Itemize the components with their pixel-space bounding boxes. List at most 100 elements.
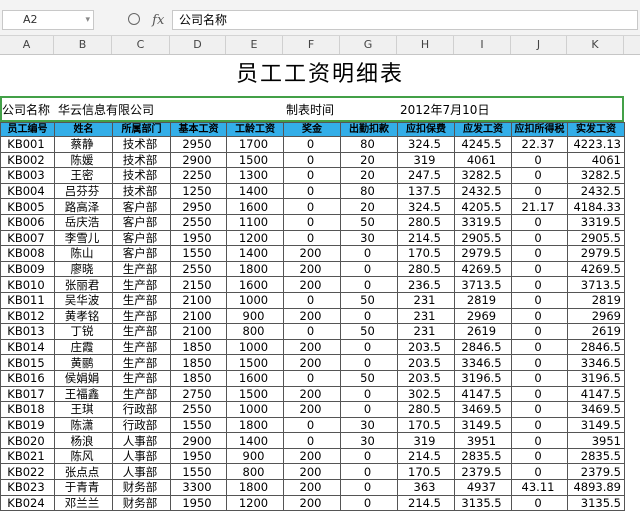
table-cell[interactable]: KB003 — [0, 167, 55, 184]
table-cell[interactable]: 行政部 — [112, 401, 171, 418]
table-cell[interactable]: 王密 — [54, 167, 113, 184]
table-cell[interactable]: 技术部 — [112, 182, 171, 200]
table-cell[interactable]: 200 — [283, 260, 341, 278]
table-cell[interactable]: 0 — [283, 323, 341, 340]
table-cell[interactable]: 200 — [283, 276, 341, 293]
table-cell[interactable]: 203.5 — [397, 354, 455, 371]
fx-icon[interactable]: fx — [152, 13, 164, 28]
table-cell[interactable]: 2550 — [170, 213, 227, 231]
table-cell[interactable]: KB013 — [0, 323, 55, 340]
company-name[interactable]: 华云信息有限公司 — [58, 98, 154, 120]
table-cell[interactable]: 2900 — [170, 432, 227, 449]
table-cell[interactable]: 2250 — [170, 167, 227, 184]
table-cell[interactable]: KB017 — [0, 385, 55, 403]
table-cell[interactable]: 800 — [226, 323, 284, 340]
table-cell[interactable]: 张丽君 — [54, 276, 113, 293]
column-header-f[interactable]: F — [283, 36, 340, 54]
table-cell[interactable]: 生产部 — [112, 385, 171, 403]
table-cell[interactable]: 财务部 — [112, 494, 171, 511]
table-cell[interactable]: 1950 — [170, 447, 227, 465]
table-cell[interactable]: 236.5 — [397, 276, 455, 293]
table-cell[interactable]: 客户部 — [112, 213, 171, 231]
table-cell[interactable]: 1800 — [226, 416, 284, 434]
table-cell[interactable]: 0 — [340, 260, 398, 278]
table-cell[interactable]: 170.5 — [397, 463, 455, 481]
table-cell[interactable]: 0 — [511, 213, 568, 231]
table-cell[interactable]: 1250 — [170, 182, 227, 200]
table-cell[interactable]: 廖晓 — [54, 260, 113, 278]
table-cell[interactable]: 1000 — [226, 401, 284, 418]
table-cell[interactable]: 3469.5 — [454, 401, 512, 418]
table-cell[interactable]: 1850 — [170, 369, 227, 387]
table-cell[interactable]: 200 — [283, 494, 341, 511]
table-cell[interactable]: 0 — [283, 213, 341, 231]
table-cell[interactable]: KB024 — [0, 494, 55, 511]
table-cell[interactable]: 4184.33 — [567, 198, 625, 215]
table-cell[interactable]: KB020 — [0, 432, 55, 449]
table-cell[interactable]: 1400 — [226, 245, 284, 262]
table-cell[interactable]: KB006 — [0, 213, 55, 231]
table-cell[interactable]: 2905.5 — [567, 229, 625, 247]
table-cell[interactable]: 生产部 — [112, 291, 171, 309]
table-cell[interactable]: 1600 — [226, 276, 284, 293]
table-cell[interactable]: 1400 — [226, 432, 284, 449]
table-cell[interactable]: 0 — [511, 182, 568, 200]
table-cell[interactable]: 生产部 — [112, 323, 171, 340]
table-cell[interactable]: 3319.5 — [454, 213, 512, 231]
table-cell[interactable]: 2979.5 — [454, 245, 512, 262]
table-cell[interactable]: 生产部 — [112, 307, 171, 325]
table-cell[interactable]: 319 — [397, 151, 455, 169]
table-cell[interactable]: 0 — [283, 151, 341, 169]
table-cell[interactable]: 2432.5 — [454, 182, 512, 200]
table-cell[interactable]: KB014 — [0, 338, 55, 356]
column-header-j[interactable]: J — [511, 36, 567, 54]
table-cell[interactable]: 214.5 — [397, 229, 455, 247]
table-cell[interactable]: 3196.5 — [454, 369, 512, 387]
table-cell[interactable]: 214.5 — [397, 447, 455, 465]
table-cell[interactable]: KB007 — [0, 229, 55, 247]
table-cell[interactable]: 4223.13 — [567, 136, 625, 153]
header-cell[interactable]: 所属部门 — [112, 122, 171, 137]
table-cell[interactable]: 吕芬芬 — [54, 182, 113, 200]
table-cell[interactable]: 技术部 — [112, 167, 171, 184]
table-cell[interactable]: 杨浪 — [54, 432, 113, 449]
table-cell[interactable]: 3951 — [567, 432, 625, 449]
table-cell[interactable]: 生产部 — [112, 369, 171, 387]
table-cell[interactable]: 280.5 — [397, 401, 455, 418]
table-cell[interactable]: 2150 — [170, 276, 227, 293]
table-cell[interactable]: 0 — [511, 151, 568, 169]
column-header-e[interactable]: E — [226, 36, 283, 54]
table-cell[interactable]: 137.5 — [397, 182, 455, 200]
table-cell[interactable]: 231 — [397, 307, 455, 325]
table-cell[interactable]: 2619 — [454, 323, 512, 340]
header-cell[interactable]: 工龄工资 — [226, 122, 284, 137]
table-cell[interactable]: 1550 — [170, 245, 227, 262]
table-cell[interactable]: 900 — [226, 447, 284, 465]
table-cell[interactable]: 1000 — [226, 338, 284, 356]
table-cell[interactable]: 0 — [511, 401, 568, 418]
table-cell[interactable]: 侯娟娟 — [54, 369, 113, 387]
table-cell[interactable]: 2969 — [454, 307, 512, 325]
table-cell[interactable]: KB010 — [0, 276, 55, 293]
table-cell[interactable]: 2846.5 — [567, 338, 625, 356]
table-cell[interactable]: 王琪 — [54, 401, 113, 418]
column-header-h[interactable]: H — [397, 36, 454, 54]
table-cell[interactable]: 2835.5 — [454, 447, 512, 465]
table-cell[interactable]: 1950 — [170, 229, 227, 247]
table-cell[interactable]: 30 — [340, 432, 398, 449]
table-cell[interactable]: KB012 — [0, 307, 55, 325]
table-cell[interactable]: 生产部 — [112, 260, 171, 278]
table-cell[interactable]: 蔡静 — [54, 136, 113, 153]
table-cell[interactable]: 4147.5 — [567, 385, 625, 403]
header-cell[interactable]: 应发工资 — [454, 122, 512, 137]
table-cell[interactable]: 邓兰兰 — [54, 494, 113, 511]
table-cell[interactable]: 800 — [226, 463, 284, 481]
table-cell[interactable]: 363 — [397, 479, 455, 496]
table-cell[interactable]: 技术部 — [112, 136, 171, 153]
table-cell[interactable]: 3135.5 — [454, 494, 512, 511]
table-cell[interactable]: 2846.5 — [454, 338, 512, 356]
table-cell[interactable]: 200 — [283, 479, 341, 496]
table-cell[interactable]: 1850 — [170, 338, 227, 356]
table-cell[interactable]: 0 — [511, 338, 568, 356]
table-cell[interactable]: 4245.5 — [454, 136, 512, 153]
